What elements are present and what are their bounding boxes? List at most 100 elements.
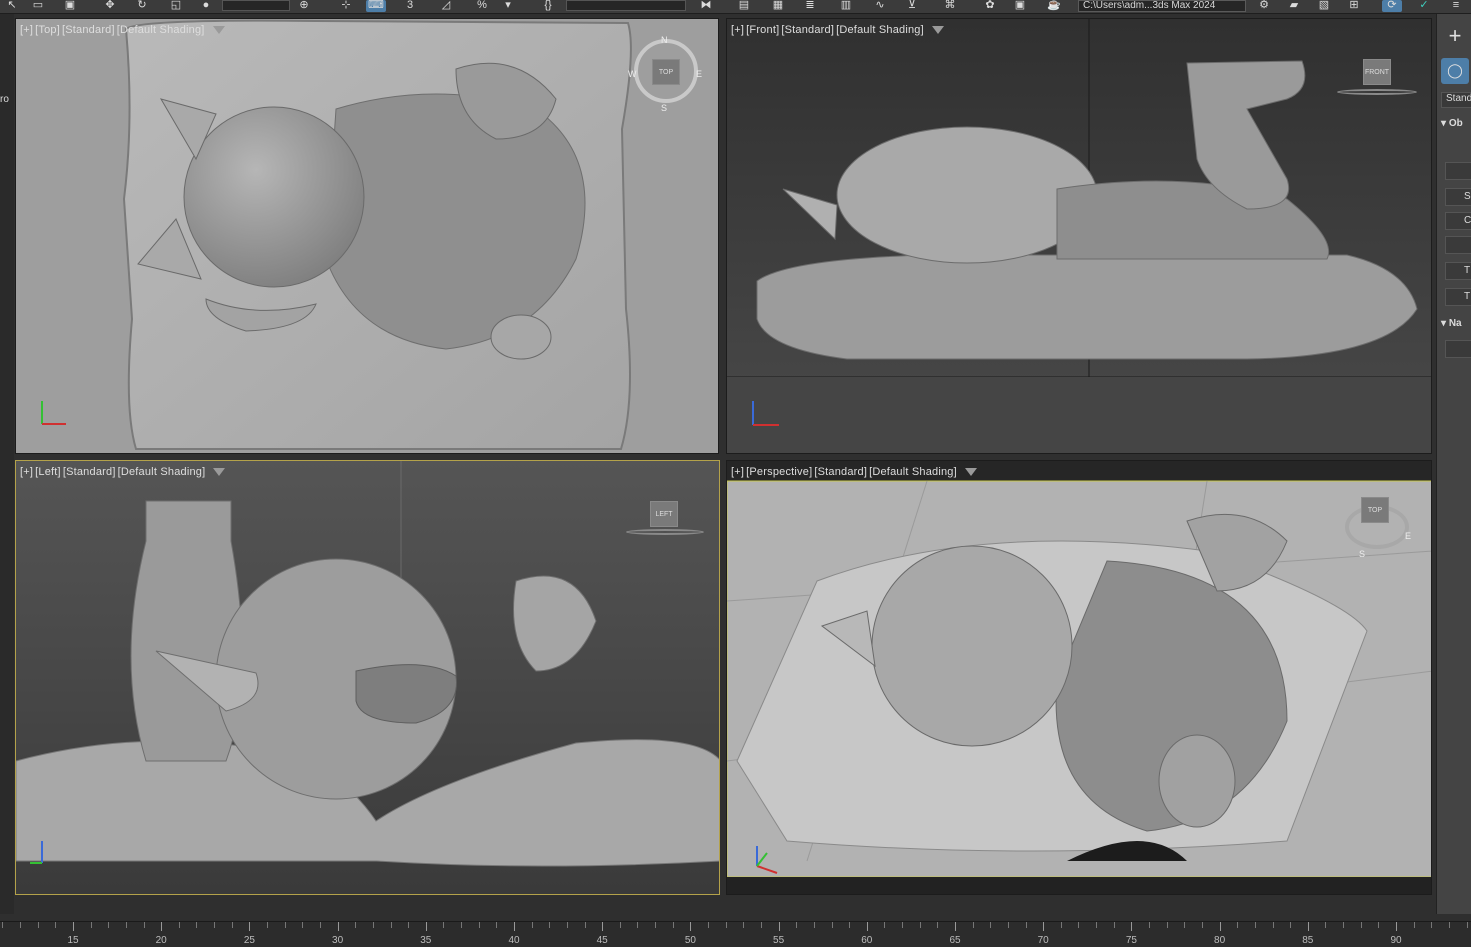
check-icon[interactable]: ✓ <box>1414 0 1434 12</box>
timeline-tick <box>108 922 110 928</box>
pillow-front <box>756 254 1418 360</box>
timeline-tick <box>125 922 127 928</box>
object-type-button-3[interactable]: C <box>1445 212 1471 230</box>
mirror-icon[interactable]: ⧓ <box>696 0 716 12</box>
select-arrow-icon[interactable]: ↖ <box>2 0 22 12</box>
timeline-tick <box>760 922 762 928</box>
create-tab[interactable]: + <box>1441 24 1469 50</box>
material-editor-icon[interactable]: ✿ <box>980 0 1000 12</box>
timeline-frame-label: 90 <box>1390 935 1402 946</box>
object-type-dropdown[interactable]: Stand <box>1441 92 1471 108</box>
viewport-label-left[interactable]: [+] [Left] [Standard] [Default Shading] <box>20 466 227 478</box>
timeline-tick <box>461 922 463 928</box>
dope-sheet-icon[interactable]: ⊻ <box>902 0 922 12</box>
name-field[interactable] <box>1445 340 1471 358</box>
geometry-icon[interactable]: ◯ <box>1441 58 1469 84</box>
object-type-button-5[interactable]: T <box>1445 262 1471 280</box>
snap-icon[interactable]: ⊹ <box>336 0 356 12</box>
percent-snap-icon[interactable]: ◿ <box>436 0 456 12</box>
left-edge-panel: ro <box>0 14 14 914</box>
timeline-tick <box>955 922 956 931</box>
viewport-front[interactable]: [+] [Front] [Standard] [Default Shading] FR… <box>726 18 1432 454</box>
viewport-left[interactable]: [+] [Left] [Standard] [Default Shading] LEF… <box>15 460 720 895</box>
viewcube[interactable]: TOP <box>1361 497 1389 523</box>
viewcube[interactable]: FRONT <box>1363 59 1391 85</box>
timeline-tick <box>990 922 992 928</box>
timeline-frame-label: 25 <box>243 935 255 946</box>
viewport-label-front[interactable]: [+] [Front] [Standard] [Default Shading] <box>731 24 946 36</box>
reference-coord-dropdown[interactable] <box>222 0 290 11</box>
filter-icon[interactable] <box>212 26 225 35</box>
filter-icon[interactable] <box>964 468 977 477</box>
timeline-frame-label: 15 <box>67 935 79 946</box>
sync-icon[interactable]: ⟳ <box>1382 0 1402 12</box>
timeline-tick <box>919 922 921 928</box>
schematic-icon[interactable]: ⌘ <box>940 0 960 12</box>
timeline-ruler[interactable]: 15 20 25 30 35 40 45 50 55 60 65 70 75 80 85 90 <box>0 921 1471 947</box>
ribbon-icon[interactable]: ▥ <box>836 0 856 12</box>
angle-snap-icon[interactable]: 3 <box>400 0 420 12</box>
timeline-tick <box>1131 922 1133 931</box>
spinner-snap-icon[interactable]: % <box>472 0 492 12</box>
main-toolbar: ↖ ▭ ▣ ✥ ↻ ◱ ● ⊕ ⊹ ⌨ 3 ◿ % ▾ {} ⧓ ▤ ▦ ≣ ▥… <box>0 0 1471 14</box>
timeline-tick <box>1149 922 1151 928</box>
viewcube-ring[interactable] <box>1337 89 1417 95</box>
viewport-top[interactable]: [+] [Top] [Standard] [Default Shading] TOP … <box>15 18 719 454</box>
viewcube-ring[interactable] <box>626 529 704 535</box>
object-type-button-6[interactable]: T <box>1445 288 1471 306</box>
timeline-tick <box>672 922 674 928</box>
keyboard-shortcut-icon[interactable]: ⌨ <box>366 0 386 12</box>
compass-north: N <box>661 35 668 45</box>
timeline-tick <box>1060 922 1062 928</box>
viewport-perspective[interactable]: [+] [Perspective] [Standard] [Default Shadi… <box>726 460 1432 895</box>
render-icon[interactable]: ☕ <box>1044 0 1064 12</box>
floor-region <box>727 377 1431 453</box>
curve-editor-icon[interactable]: ∿ <box>870 0 890 12</box>
timeline-tick <box>549 922 551 928</box>
baby-head <box>183 106 365 288</box>
select-region-icon[interactable]: ▭ <box>28 0 48 12</box>
scene-explorer-icon[interactable]: ≣ <box>800 0 820 12</box>
viewcube[interactable]: LEFT <box>650 501 678 527</box>
hierarchy-icon[interactable]: ⊞ <box>1344 0 1364 12</box>
compass-south: S <box>661 103 668 113</box>
object-type-button-1[interactable] <box>1445 162 1471 180</box>
chevron-down-icon[interactable]: ▾ <box>498 0 518 12</box>
rollout-object-type[interactable]: ▾ Ob <box>1441 118 1471 134</box>
viewport-label-perspective[interactable]: [+] [Perspective] [Standard] [Default Shadi… <box>731 466 979 478</box>
layers-icon[interactable]: ▦ <box>768 0 788 12</box>
more-icon[interactable]: ≡ <box>1446 0 1466 12</box>
project-path-field[interactable]: C:\Users\adm...3ds Max 2024 <box>1078 0 1246 12</box>
edit-named-selection-icon[interactable]: {} <box>538 0 558 12</box>
timeline-tick <box>725 922 727 928</box>
filter-icon[interactable] <box>931 26 944 35</box>
timeline-tick <box>196 922 198 928</box>
timeline-frame-label: 30 <box>332 935 344 946</box>
folder-icon[interactable]: ▰ <box>1284 0 1304 12</box>
timeline-tick <box>478 922 480 928</box>
timeline-frame-label: 40 <box>508 935 520 946</box>
timeline-tick <box>161 922 163 931</box>
selection-filter-icon[interactable]: ● <box>196 0 216 12</box>
timeline-tick <box>796 922 798 928</box>
timeline-tick <box>902 922 904 928</box>
object-type-button-2[interactable]: S <box>1445 188 1471 206</box>
timeline-tick <box>90 922 92 928</box>
rollout-name-color[interactable]: ▾ Na <box>1441 318 1471 334</box>
viewcube[interactable]: TOP <box>652 59 680 85</box>
object-type-button-4[interactable] <box>1445 236 1471 254</box>
render-setup-icon[interactable]: ▣ <box>1010 0 1030 12</box>
timeline-tick <box>425 922 427 931</box>
named-selection-dropdown[interactable] <box>566 0 686 11</box>
scale-icon[interactable]: ◱ <box>166 0 186 12</box>
window-crossing-icon[interactable]: ▣ <box>60 0 80 12</box>
viewport-label-top[interactable]: [+] [Top] [Standard] [Default Shading] <box>20 24 227 36</box>
align-icon[interactable]: ▤ <box>734 0 754 12</box>
filter-icon[interactable] <box>213 468 226 477</box>
timeline-tick <box>972 922 974 928</box>
pivot-icon[interactable]: ⊕ <box>294 0 314 12</box>
rotate-icon[interactable]: ↻ <box>132 0 152 12</box>
project-folder-icon[interactable]: ⚙ <box>1254 0 1274 12</box>
set-project-icon[interactable]: ▧ <box>1314 0 1334 12</box>
move-icon[interactable]: ✥ <box>100 0 120 12</box>
